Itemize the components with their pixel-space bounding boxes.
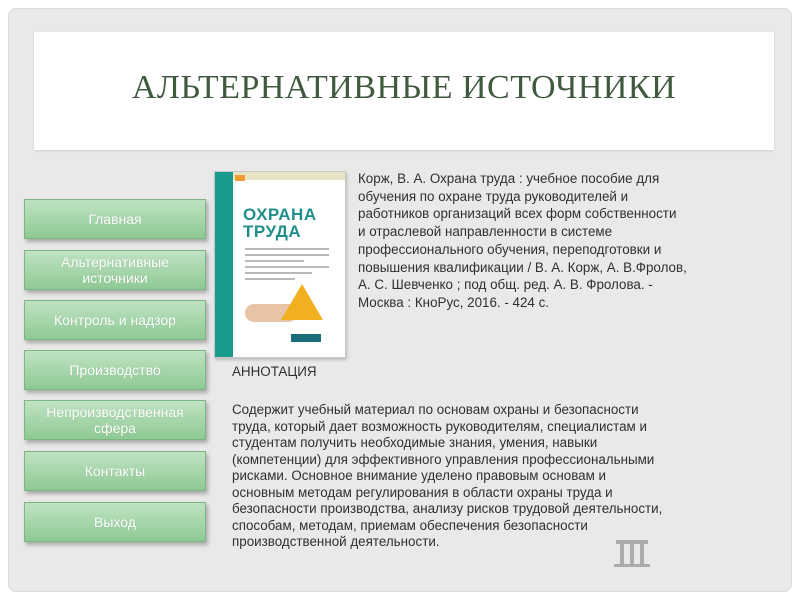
nav-button-label: Непроизводственная сфера <box>46 404 184 436</box>
nav-button-production[interactable]: Производство <box>24 350 206 390</box>
nav-button-contacts[interactable]: Контакты <box>24 451 206 491</box>
annotation-text: Содержит учебный материал по основам охр… <box>232 402 663 549</box>
book-citation: Корж, В. А. Охрана труда : учебное пособ… <box>358 171 687 310</box>
nav-button-label: Главная <box>88 211 142 227</box>
nav-button-alternative-sources[interactable]: Альтернативные источники <box>24 250 206 290</box>
cover-title: ОХРАНА ТРУДА <box>243 205 317 241</box>
cover-badge <box>235 175 245 181</box>
cover-band <box>215 172 233 357</box>
nav-button-label: Контакты <box>84 463 146 479</box>
nav-button-control[interactable]: Контроль и надзор <box>24 300 206 340</box>
annotation-heading: АННОТАЦИЯ <box>232 364 317 379</box>
book-cover-image: ОХРАНА ТРУДА <box>214 171 346 358</box>
nav-button-exit[interactable]: Выход <box>24 502 206 542</box>
nav-button-nonproduction[interactable]: Непроизводственная сфера <box>24 400 206 440</box>
cover-text-lines <box>245 248 329 284</box>
nav-button-label: Производство <box>69 362 161 378</box>
nav-button-label: Контроль и надзор <box>54 312 176 328</box>
nav-button-label: Альтернативные источники <box>61 254 169 286</box>
cover-top-strip <box>233 172 345 180</box>
title-box: АЛЬТЕРНАТИВНЫЕ ИСТОЧНИКИ <box>34 32 774 150</box>
presentation-logo-icon <box>614 540 650 567</box>
page-title: АЛЬТЕРНАТИВНЫЕ ИСТОЧНИКИ <box>131 69 677 106</box>
warning-sign-icon <box>281 284 323 320</box>
nav-button-home[interactable]: Главная <box>24 199 206 239</box>
publisher-logo <box>291 334 321 342</box>
nav-button-label: Выход <box>94 514 136 530</box>
